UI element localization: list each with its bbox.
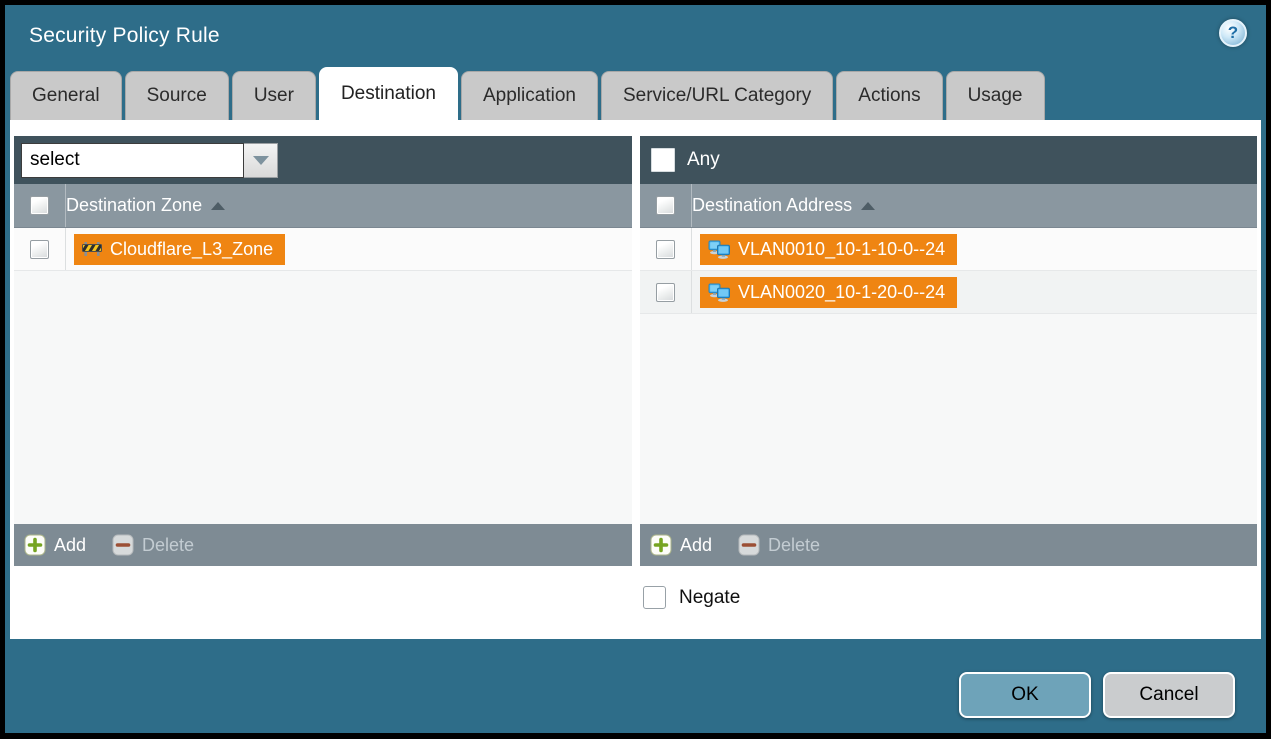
address-item-label: VLAN0010_10-1-10-0--24 — [738, 239, 945, 260]
tab-label: Actions — [858, 85, 920, 107]
tab-source[interactable]: Source — [125, 71, 229, 120]
zone-select-dropdown-button[interactable] — [244, 143, 278, 178]
minus-icon — [738, 534, 760, 556]
tab-general[interactable]: General — [10, 71, 122, 120]
address-select-all-cell — [640, 184, 692, 227]
tab-content-destination: select Destination Zone — [10, 120, 1261, 639]
tab-label: User — [254, 85, 294, 107]
address-list: VLAN0010_10-1-10-0--24 — [640, 228, 1257, 524]
tab-destination[interactable]: Destination — [319, 67, 458, 120]
table-row: VLAN0020_10-1-20-0--24 — [640, 271, 1257, 314]
address-panel-toolbar: Any — [640, 136, 1257, 184]
sort-ascending-icon — [211, 202, 225, 210]
minus-icon — [112, 534, 134, 556]
help-icon[interactable]: ? — [1219, 19, 1247, 47]
address-select-all-checkbox[interactable] — [656, 196, 675, 215]
any-label: Any — [687, 149, 720, 171]
tab-bar: General Source User Destination Applicat… — [10, 67, 1045, 120]
zone-select-input[interactable]: select — [21, 143, 244, 178]
zone-select-combo: select — [21, 143, 278, 178]
zone-column-header[interactable]: Destination Zone — [14, 184, 632, 228]
ok-button[interactable]: OK — [959, 672, 1091, 718]
zone-panel-toolbar: select — [14, 136, 632, 184]
address-item-label: VLAN0020_10-1-20-0--24 — [738, 282, 945, 303]
row-checkbox[interactable] — [30, 240, 49, 259]
delete-label: Delete — [142, 535, 194, 556]
zone-item-chip[interactable]: Cloudflare_L3_Zone — [74, 234, 285, 265]
zone-list: Cloudflare_L3_Zone — [14, 228, 632, 524]
delete-label: Delete — [768, 535, 820, 556]
row-checkbox-cell — [640, 271, 692, 313]
any-checkbox[interactable] — [651, 148, 675, 172]
address-column-header[interactable]: Destination Address — [640, 184, 1257, 228]
tab-user[interactable]: User — [232, 71, 316, 120]
destination-zone-panel: select Destination Zone — [14, 136, 632, 566]
tab-application[interactable]: Application — [461, 71, 598, 120]
zone-column-title: Destination Zone — [66, 195, 202, 216]
negate-checkbox[interactable] — [643, 586, 666, 609]
row-checkbox[interactable] — [656, 283, 675, 302]
zone-select-all-checkbox[interactable] — [30, 196, 49, 215]
tab-usage[interactable]: Usage — [946, 71, 1045, 120]
plus-icon — [24, 534, 46, 556]
tab-label: Application — [483, 85, 576, 107]
add-zone-button[interactable]: Add — [24, 534, 86, 556]
add-address-button[interactable]: Add — [650, 534, 712, 556]
dialog-chrome: Security Policy Rule ? General Source Us… — [5, 5, 1266, 733]
tab-label: Source — [147, 85, 207, 107]
address-item-chip[interactable]: VLAN0020_10-1-20-0--24 — [700, 277, 957, 308]
row-checkbox[interactable] — [656, 240, 675, 259]
address-item-chip[interactable]: VLAN0010_10-1-10-0--24 — [700, 234, 957, 265]
tab-label: Destination — [341, 83, 436, 105]
add-label: Add — [680, 535, 712, 556]
destination-address-panel: Any Destination Address — [640, 136, 1257, 566]
any-control: Any — [647, 148, 720, 172]
zone-select-all-cell — [14, 184, 66, 227]
help-glyph: ? — [1228, 23, 1238, 43]
network-address-icon — [708, 283, 730, 302]
delete-address-button[interactable]: Delete — [738, 534, 820, 556]
plus-icon — [650, 534, 672, 556]
negate-label: Negate — [679, 587, 740, 609]
negate-control: Negate — [643, 586, 740, 609]
address-panel-footer: Add Delete — [640, 524, 1257, 566]
zone-item-label: Cloudflare_L3_Zone — [110, 239, 273, 260]
cancel-button[interactable]: Cancel — [1103, 672, 1235, 718]
tab-label: General — [32, 85, 100, 107]
zone-barrier-icon — [82, 241, 102, 257]
table-row: VLAN0010_10-1-10-0--24 — [640, 228, 1257, 271]
add-label: Add — [54, 535, 86, 556]
address-column-title: Destination Address — [692, 195, 852, 216]
tab-label: Service/URL Category — [623, 85, 811, 107]
table-row: Cloudflare_L3_Zone — [14, 228, 632, 271]
tab-service-url-category[interactable]: Service/URL Category — [601, 71, 833, 120]
delete-zone-button[interactable]: Delete — [112, 534, 194, 556]
row-checkbox-cell — [640, 228, 692, 270]
dialog-title: Security Policy Rule — [29, 24, 220, 48]
row-checkbox-cell — [14, 228, 66, 270]
network-address-icon — [708, 240, 730, 259]
zone-panel-footer: Add Delete — [14, 524, 632, 566]
tab-actions[interactable]: Actions — [836, 71, 942, 120]
security-policy-rule-dialog: Security Policy Rule ? General Source Us… — [0, 0, 1271, 739]
chevron-down-icon — [253, 156, 269, 165]
sort-ascending-icon — [861, 202, 875, 210]
tab-label: Usage — [968, 85, 1023, 107]
